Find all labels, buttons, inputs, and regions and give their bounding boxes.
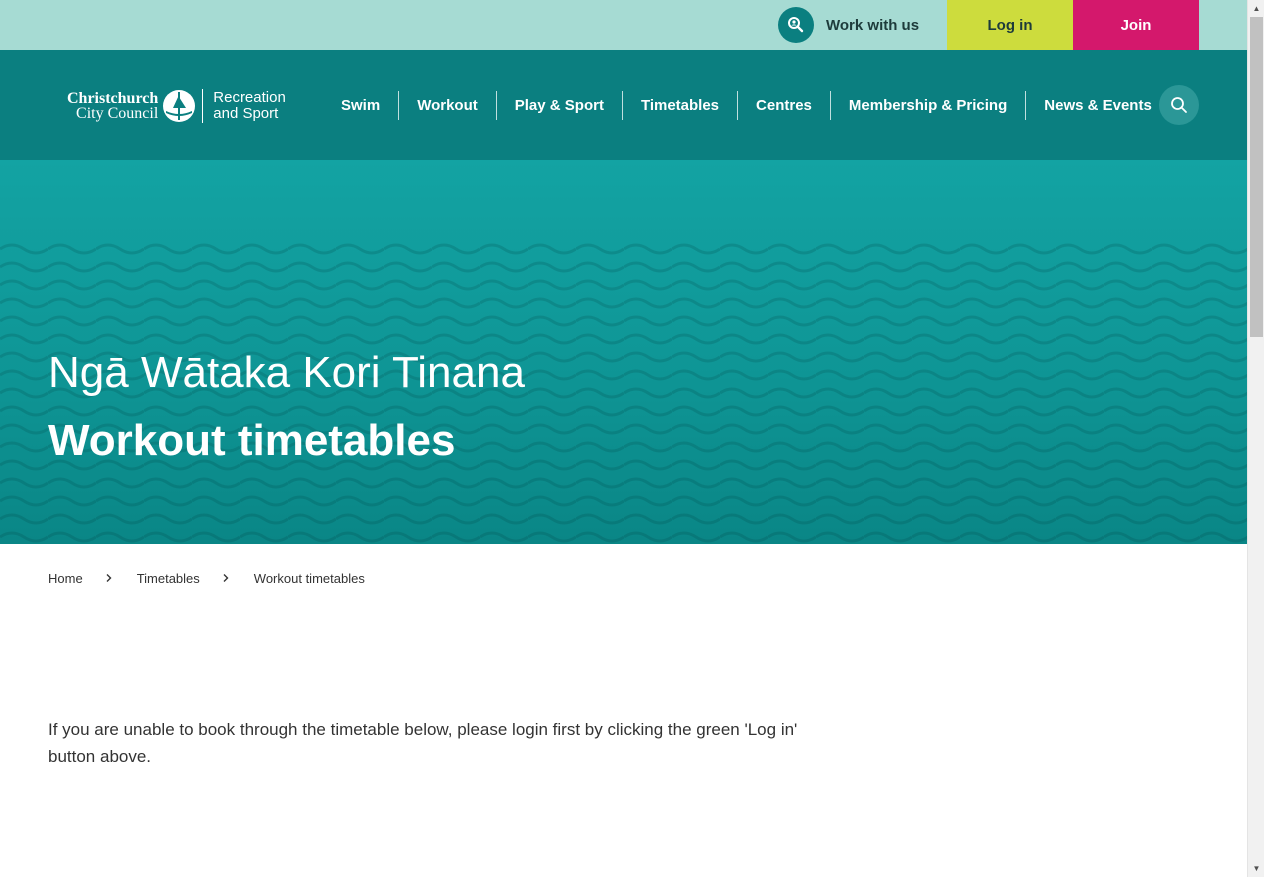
logo-line-1: Christchurch	[67, 90, 159, 107]
work-with-us-link[interactable]: Work with us	[778, 7, 919, 43]
nav-item-swim[interactable]: Swim	[323, 91, 398, 120]
breadcrumb-timetables[interactable]: Timetables	[137, 571, 200, 586]
scroll-down-arrow-icon[interactable]: ▼	[1248, 860, 1264, 877]
join-button[interactable]: Join	[1073, 0, 1199, 50]
logo-council-name: Christchurch City Council	[67, 90, 159, 122]
search-icon	[1171, 97, 1187, 113]
cathedral-icon	[163, 90, 196, 122]
logo-right-line-2: and Sport	[213, 105, 279, 122]
utility-bar: Work with us Log in Join	[0, 0, 1247, 50]
logo-right-line-1: Recreation	[213, 89, 286, 106]
search-button[interactable]	[1159, 85, 1199, 125]
nav-item-centres[interactable]: Centres	[737, 91, 830, 120]
site-logo[interactable]: Christchurch City Council Recreation and…	[67, 88, 286, 124]
breadcrumb-current: Workout timetables	[253, 570, 365, 586]
nav-item-timetables[interactable]: Timetables	[621, 91, 737, 120]
nav-item-workout[interactable]: Workout	[398, 91, 496, 120]
hero-subtitle: Ngā Wātaka Kori Tinana	[48, 348, 525, 397]
chevron-right-icon	[106, 574, 112, 582]
primary-nav: Swim Workout Play & Sport Timetables Cen…	[323, 91, 1170, 120]
page: Work with us Log in Join Christchurch Ci…	[0, 0, 1247, 877]
nav-item-membership-pricing[interactable]: Membership & Pricing	[829, 91, 1025, 120]
main-nav: Christchurch City Council Recreation and…	[0, 50, 1247, 160]
hero-banner: Ngā Wātaka Kori Tinana Workout timetable…	[0, 160, 1247, 544]
breadcrumb-home[interactable]: Home	[48, 571, 83, 586]
scrollbar-thumb[interactable]	[1250, 17, 1263, 337]
scroll-up-arrow-icon[interactable]: ▲	[1248, 0, 1264, 17]
magnifier-person-icon	[778, 7, 814, 43]
logo-line-2: City Council	[76, 105, 159, 122]
page-scrollbar[interactable]: ▲ ▼	[1247, 0, 1264, 877]
work-with-us-label: Work with us	[826, 16, 920, 34]
breadcrumb: Home Timetables Workout timetables	[48, 569, 365, 587]
nav-item-news-events[interactable]: News & Events	[1025, 91, 1170, 120]
page-title: Workout timetables	[48, 416, 456, 465]
chevron-right-icon	[223, 574, 229, 582]
login-notice: If you are unable to book through the ti…	[48, 720, 798, 766]
login-button[interactable]: Log in	[947, 0, 1073, 50]
logo-divider	[202, 89, 204, 123]
logo-recreation-sport: Recreation and Sport	[213, 90, 286, 122]
nav-item-play-sport[interactable]: Play & Sport	[495, 91, 622, 120]
